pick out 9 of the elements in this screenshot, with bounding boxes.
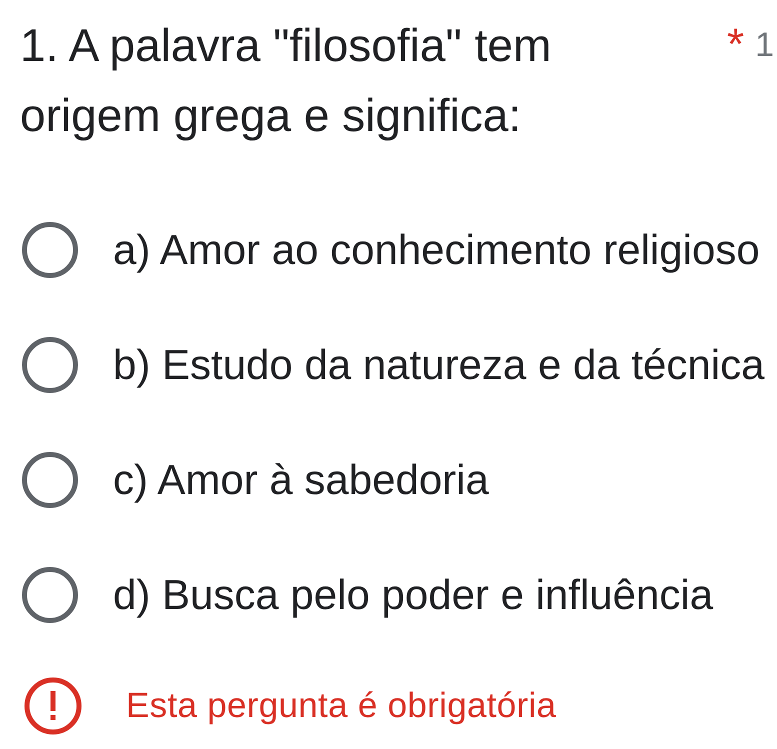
option-label[interactable]: a) Amor ao conhecimento religioso (113, 226, 760, 274)
error-message: Esta pergunta é obrigatória (126, 686, 556, 726)
option-label[interactable]: d) Busca pelo poder e influência (113, 570, 714, 618)
points-label: 1 (755, 25, 774, 66)
question-title: 1. A palavra "filosofia" tem origem grega e significa: (20, 18, 552, 143)
option-label[interactable]: b) Estudo da natureza e da técnica (113, 340, 764, 388)
option-label[interactable]: c) Amor à sabedoria (113, 456, 489, 504)
error-icon (24, 677, 82, 735)
required-asterisk: * (727, 19, 744, 71)
